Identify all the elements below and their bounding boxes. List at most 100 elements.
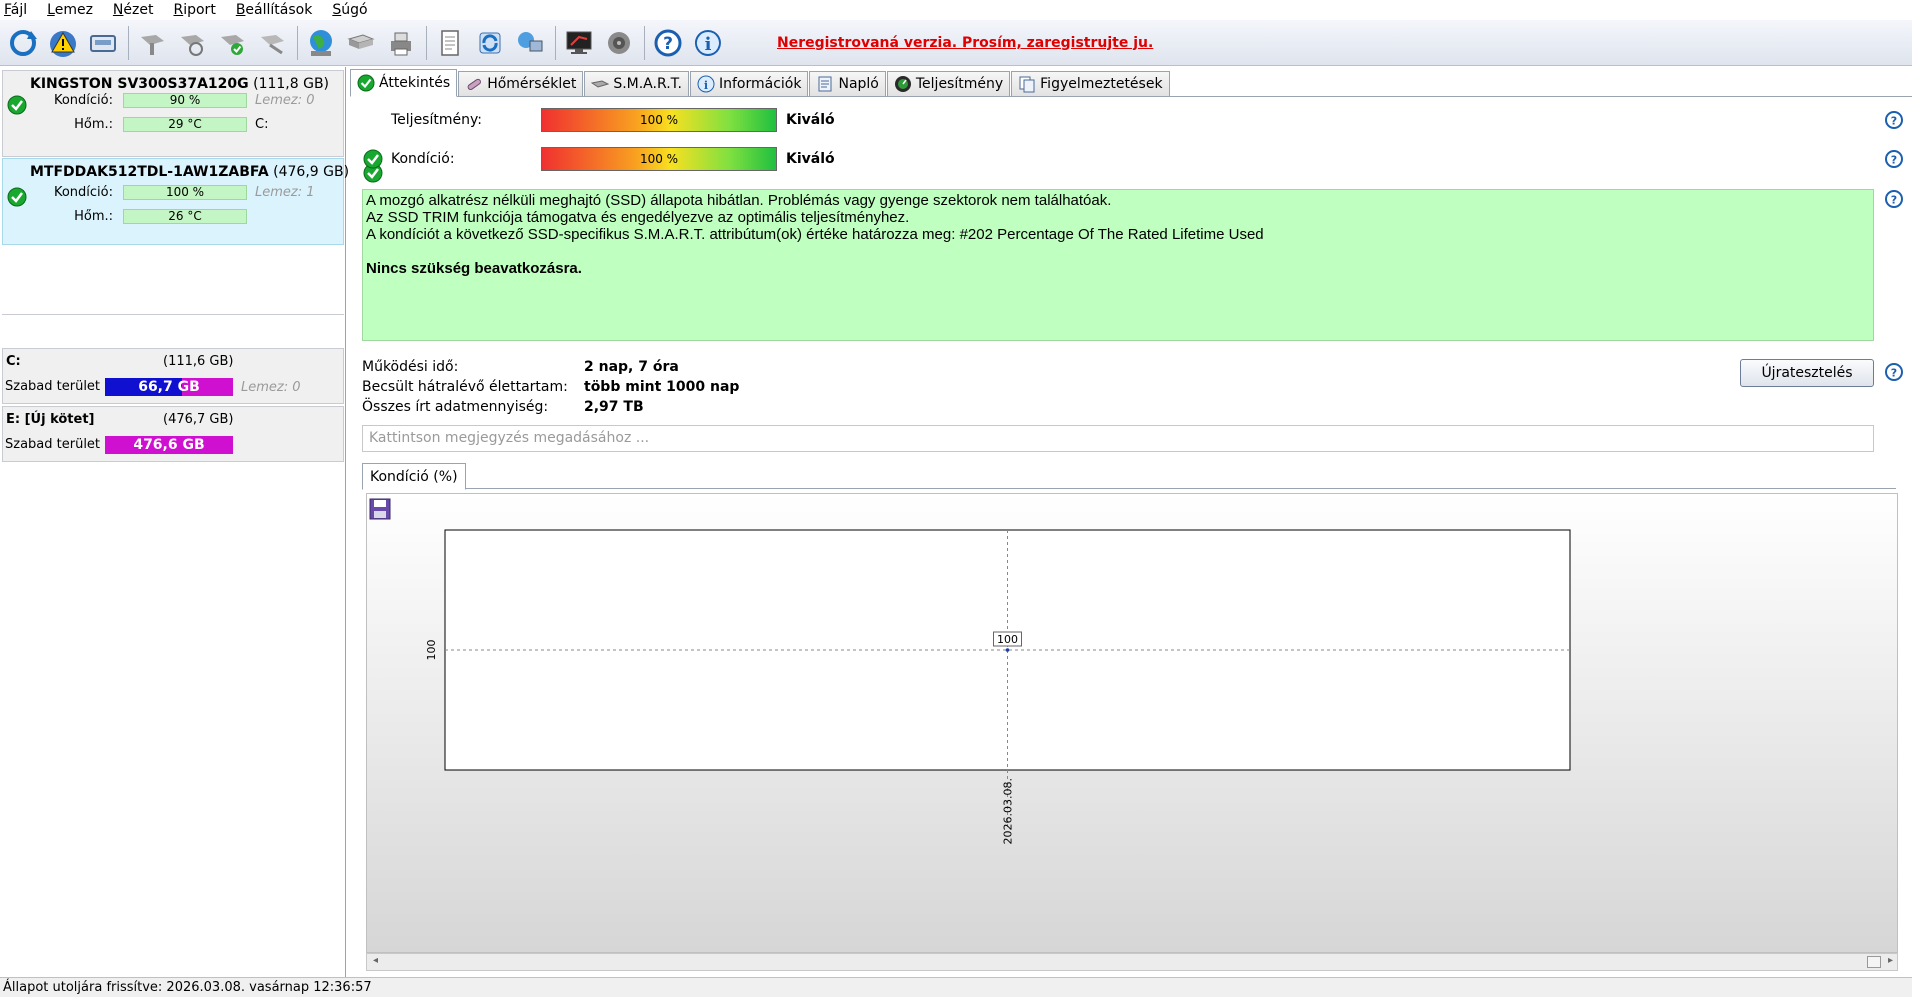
document-icon[interactable]	[431, 24, 469, 62]
volume-panel-0[interactable]: C: (111,6 GB) Szabad terület 66,7 GB Lem…	[2, 348, 344, 404]
scroll-left-icon[interactable]: ◂	[373, 955, 378, 966]
menu-settings[interactable]: Beállítások	[236, 2, 313, 18]
volume-name: C:	[6, 354, 21, 369]
tab-bar: Áttekintés Hőmérséklet S.M.A.R.T. i Info…	[350, 69, 1912, 97]
tool2-icon[interactable]	[173, 24, 211, 62]
disk-letter: C:	[255, 117, 269, 132]
status-bar: Állapot utoljára frissítve: 2026.03.08. …	[0, 977, 1912, 997]
help-icon[interactable]: ?	[1884, 149, 1904, 169]
condition-label: Kondíció:	[391, 151, 455, 167]
condition-rating: Kiváló	[786, 151, 835, 167]
tool3-icon[interactable]	[213, 24, 251, 62]
printer-icon[interactable]	[382, 24, 420, 62]
disk-panel-0[interactable]: KINGSTON SV300S37A120G (111,8 GB) Kondíc…	[2, 70, 344, 157]
tool4-icon[interactable]	[253, 24, 291, 62]
scroll-right-icon[interactable]: ▸	[1888, 955, 1893, 966]
smart-disk-icon	[591, 80, 610, 88]
menu-report[interactable]: Riport	[173, 2, 215, 18]
stat-value: 2,97 TB	[584, 399, 644, 415]
tab-smart[interactable]: S.M.A.R.T.	[584, 71, 689, 96]
toolbar-separator	[297, 25, 298, 60]
ok-check-icon	[363, 149, 383, 169]
condition-bar: 100 %	[123, 185, 247, 200]
volume-disk-index: Lemez: 0	[241, 380, 301, 395]
disk-index: Lemez: 0	[255, 93, 315, 108]
y-tick-label: 100	[425, 640, 438, 661]
info-action: Nincs szükség beavatkozásra.	[366, 260, 582, 277]
condition-label: Kondíció:	[53, 93, 113, 108]
condition-label: Kondíció:	[53, 185, 113, 200]
disk-title: KINGSTON SV300S37A120G (111,8 GB)	[30, 76, 329, 92]
note-input[interactable]: Kattintson megjegyzés megadásához ...	[362, 425, 1874, 452]
condition-bar: 100 %	[541, 147, 777, 171]
monitor-icon[interactable]	[560, 24, 598, 62]
free-space-label: Szabad terület	[5, 379, 101, 394]
help-icon[interactable]: ?	[649, 24, 687, 62]
registration-link[interactable]: Neregistrovaná verzia. Prosím, zaregistr…	[777, 35, 1153, 51]
tab-temperature[interactable]: Hőmérséklet	[458, 71, 584, 96]
tab-log[interactable]: Napló	[809, 71, 886, 96]
warning-icon[interactable]	[44, 24, 82, 62]
refresh-icon[interactable]	[4, 24, 42, 62]
disk-size: (111,8 GB)	[253, 76, 330, 92]
menu-disk[interactable]: Lemez	[47, 2, 93, 18]
disk-panel-1[interactable]: MTFDDAK512TDL-1AW1ZABFA (476,9 GB) Kondí…	[2, 158, 349, 245]
disk-size: (476,9 GB)	[273, 164, 350, 180]
info-icon: i	[697, 75, 715, 93]
svg-text:?: ?	[1891, 115, 1897, 128]
help-icon[interactable]: ?	[1884, 189, 1904, 209]
temperature-label: Hőm.:	[74, 209, 113, 224]
retest-button[interactable]: Újratesztelés	[1740, 359, 1874, 387]
menu-file[interactable]: Fájl	[4, 2, 27, 18]
tool1-icon[interactable]	[133, 24, 171, 62]
tab-label: S.M.A.R.T.	[613, 76, 682, 92]
data-label: 100	[997, 633, 1018, 646]
performance-bar: 100 %	[541, 108, 777, 132]
chart-area: 100 2026.03.08. 100	[366, 493, 1898, 953]
disk-icon[interactable]	[84, 24, 122, 62]
disk-index: Lemez: 1	[255, 185, 315, 200]
svg-text:?: ?	[663, 34, 673, 54]
help-icon[interactable]: ?	[1884, 110, 1904, 130]
condition-chart: 100 2026.03.08. 100	[425, 529, 1571, 844]
disk-title: MTFDDAK512TDL-1AW1ZABFA (476,9 GB)	[30, 164, 349, 180]
toolbar-separator	[426, 25, 427, 60]
temperature-label: Hőm.:	[74, 117, 113, 132]
tab-information[interactable]: i Információk	[689, 71, 809, 96]
network-icon[interactable]	[511, 24, 549, 62]
alerts-document-icon	[1019, 76, 1035, 93]
menu-view[interactable]: Nézet	[113, 2, 154, 18]
performance-label: Teljesítmény:	[391, 112, 482, 128]
toolbar: ? i Neregistrovaná verzia. Prosím, zareg…	[0, 20, 1912, 66]
thermometer-icon	[467, 78, 482, 90]
info-icon[interactable]: i	[689, 24, 727, 62]
tab-label: Napló	[838, 76, 879, 92]
data-point	[1005, 648, 1010, 652]
info-line: Az SSD TRIM funkciója támogatva és enged…	[366, 209, 910, 226]
tab-performance[interactable]: Teljesítmény	[886, 71, 1011, 96]
left-pane: KINGSTON SV300S37A120G (111,8 GB) Kondíc…	[0, 67, 349, 977]
stat-key: Működési idő:	[362, 359, 459, 375]
volume-panel-1[interactable]: E: [Új kötet] (476,7 GB) Szabad terület …	[2, 406, 344, 462]
globe-icon[interactable]	[302, 24, 340, 62]
condition-bar: 90 %	[123, 93, 247, 108]
tab-alerts[interactable]: Figyelmeztetések	[1011, 71, 1170, 96]
chart-tab-condition[interactable]: Kondíció (%)	[362, 463, 466, 490]
sync-icon[interactable]	[471, 24, 509, 62]
help-icon[interactable]: ?	[1884, 362, 1904, 382]
hdd-tool-icon[interactable]	[342, 24, 380, 62]
main-pane: Áttekintés Hőmérséklet S.M.A.R.T. i Info…	[350, 67, 1912, 977]
tab-overview[interactable]: Áttekintés	[350, 69, 458, 97]
svg-text:?: ?	[1891, 154, 1897, 167]
tab-label: Hőmérséklet	[487, 76, 577, 92]
svg-text:?: ?	[1891, 367, 1897, 380]
chart-horizontal-scrollbar[interactable]: ◂ ▸	[366, 953, 1898, 971]
temperature-bar: 26 °C	[123, 209, 247, 224]
scroll-thumb[interactable]	[1867, 956, 1881, 968]
speaker-icon[interactable]	[600, 24, 638, 62]
ok-check-icon	[357, 74, 375, 92]
menu-help[interactable]: Súgó	[332, 2, 367, 18]
toolbar-separator	[555, 25, 556, 60]
svg-text:i: i	[704, 79, 708, 92]
stat-key: Összes írt adatmennyiség:	[362, 399, 549, 415]
